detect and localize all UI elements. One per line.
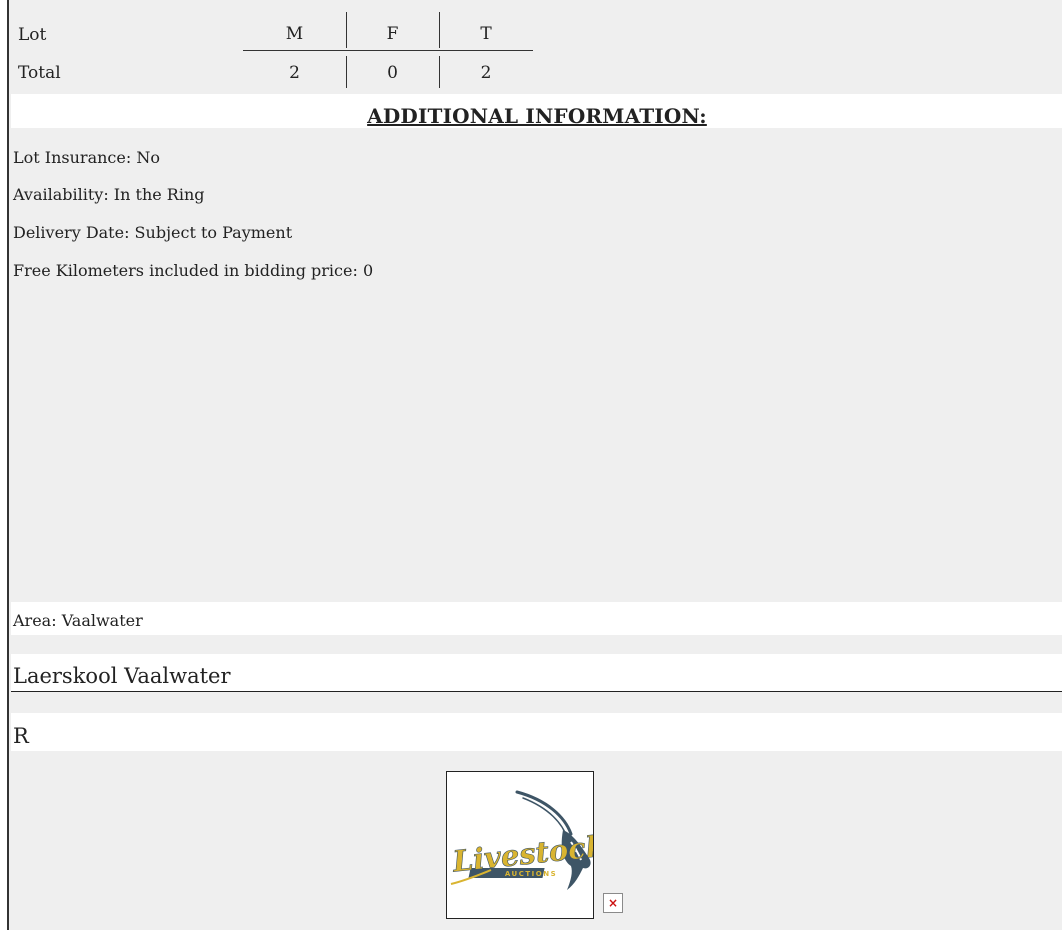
- area-label: Area: Vaalwater: [11, 602, 1062, 635]
- column-divider: [439, 56, 440, 88]
- total-male-value: 2: [289, 63, 300, 83]
- price-value: R: [11, 713, 1062, 751]
- availability-text: Availability: In the Ring: [13, 185, 205, 204]
- logo-script-text: Livestock: [450, 829, 593, 879]
- lot-detail-panel: Lot M F T Total 2 0 2 ADDITIONAL INFORMA…: [7, 0, 1062, 930]
- livestock-auctions-logo-icon: AUCTIONS Livestock: [450, 790, 608, 890]
- lot-row-label: Lot: [18, 25, 47, 45]
- total-female-value: 0: [387, 63, 398, 83]
- column-header-total: T: [439, 20, 533, 51]
- column-divider: [346, 56, 347, 88]
- livestock-auctions-logo: AUCTIONS Livestock: [446, 771, 608, 919]
- free-kilometers-text: Free Kilometers included in bidding pric…: [13, 261, 374, 280]
- total-row-label: Total: [18, 63, 61, 83]
- column-divider: [346, 12, 347, 48]
- total-all-value: 2: [480, 63, 492, 83]
- lot-insurance-text: Lot Insurance: No: [13, 148, 160, 167]
- delivery-date-text: Delivery Date: Subject to Payment: [13, 223, 293, 242]
- column-header-female: F: [346, 20, 439, 51]
- broken-image-icon: ×: [603, 893, 623, 913]
- column-divider: [439, 12, 440, 48]
- additional-information-heading: ADDITIONAL INFORMATION:: [11, 94, 1062, 128]
- location-name: Laerskool Vaalwater: [11, 654, 1062, 692]
- column-header-male: M: [243, 20, 346, 51]
